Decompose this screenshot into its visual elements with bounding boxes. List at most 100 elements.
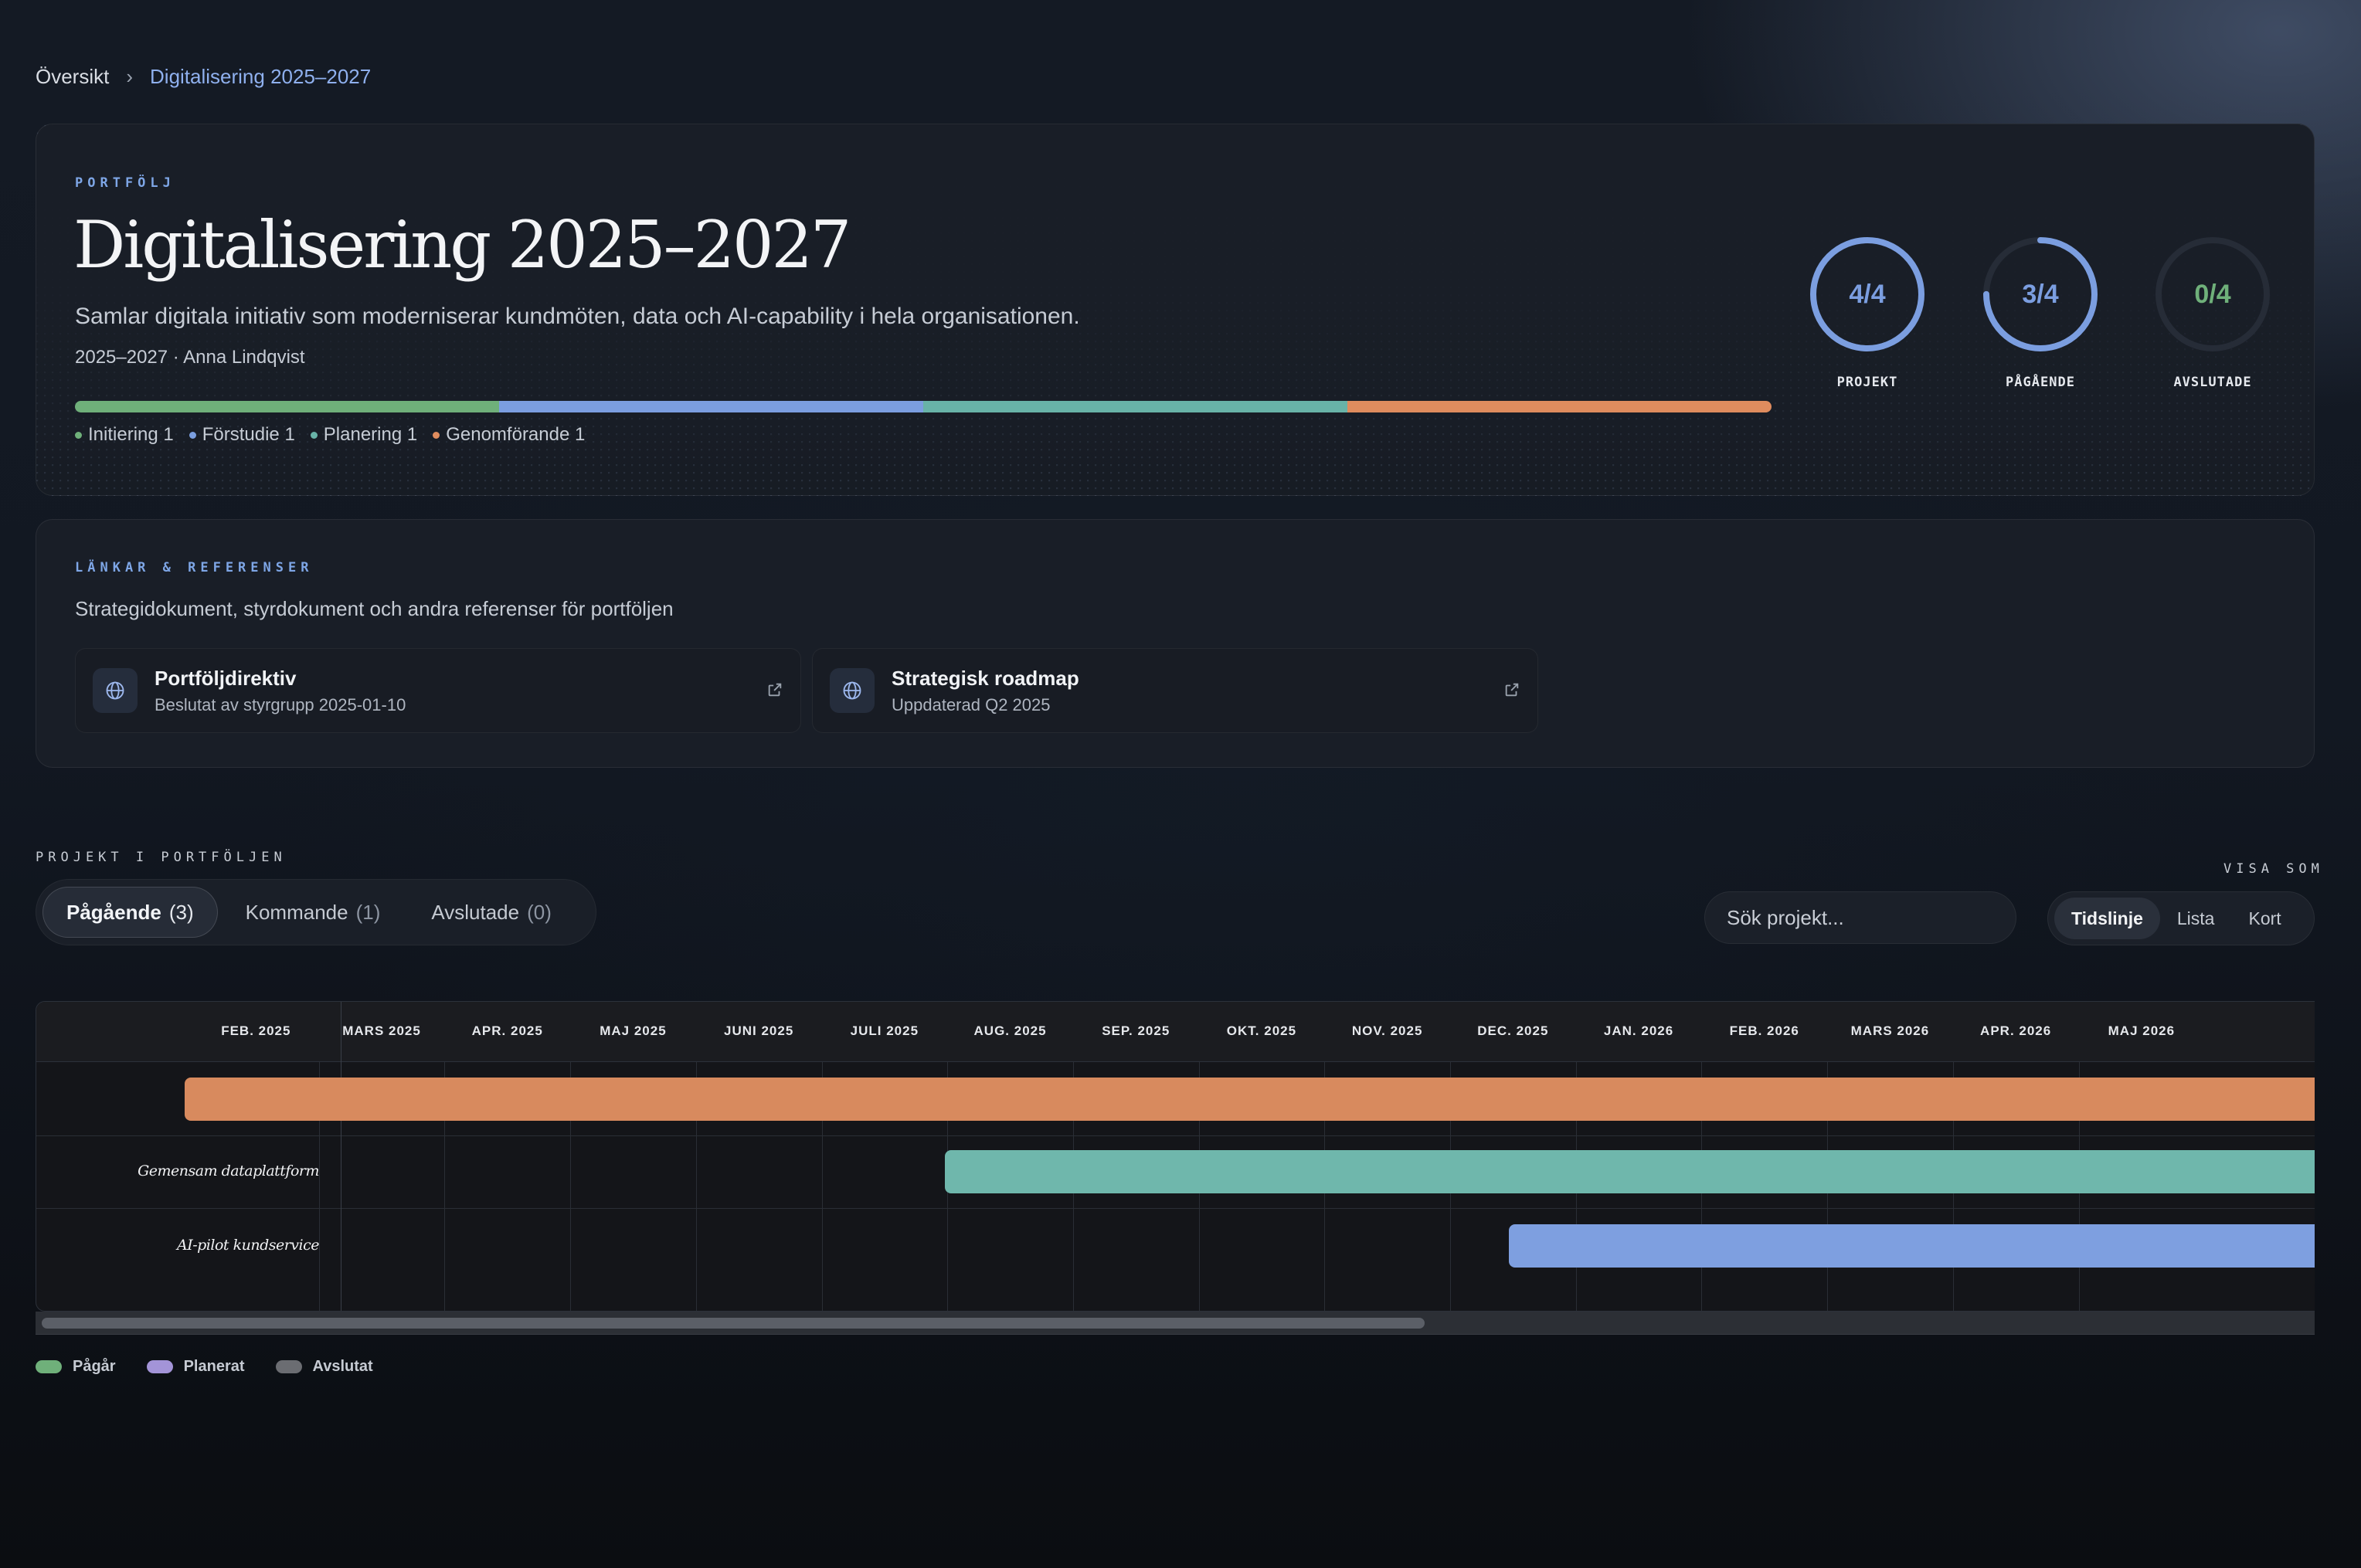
project-row-label[interactable]: Gemensam dataplattform: [36, 1162, 319, 1179]
tab-label: Kommande: [245, 900, 348, 924]
phase-dot-icon: [75, 431, 82, 439]
links-card: LÄNKAR & REFERENSER Strategidokument, st…: [36, 519, 2315, 768]
portfolio-description: Samlar digitala initiativ som moderniser…: [75, 304, 1080, 329]
phase-legend-item: Planering 1: [310, 424, 418, 446]
tab-count: (0): [527, 900, 552, 924]
tab-completed[interactable]: Avslutade (0): [408, 887, 575, 938]
stat-label: PÅGÅENDE: [2006, 375, 2075, 390]
stat-value: 3/4: [2022, 279, 2059, 309]
link-title: Portföljdirektiv: [155, 666, 297, 690]
tab-label: Pågående: [66, 900, 161, 924]
breadcrumb-current: Digitalisering 2025–2027: [150, 64, 372, 88]
month-label: NOV. 2025: [1351, 1023, 1423, 1038]
link-title: Strategisk roadmap: [892, 666, 1079, 690]
tab-ongoing[interactable]: Pågående (3): [42, 887, 218, 938]
globe-icon: [830, 668, 875, 713]
chevron-right-icon: ›: [126, 64, 134, 88]
legend-label: Planerat: [183, 1358, 245, 1375]
project-timeline-bar[interactable]: [184, 1078, 2315, 1121]
month-label: MARS 2026: [1850, 1023, 1930, 1038]
month-label: FEB. 2026: [1729, 1023, 1799, 1038]
phase-segment: [1347, 401, 1772, 412]
month-label: AUG. 2025: [973, 1023, 1047, 1038]
view-switcher: Tidslinje Lista Kort: [2047, 891, 2315, 945]
month-label: APR. 2026: [1980, 1023, 2052, 1038]
stat-projects: 4/4 PROJEKT: [1806, 232, 1929, 390]
link-card-strategic-roadmap[interactable]: Strategisk roadmap Uppdaterad Q2 2025: [812, 648, 1538, 733]
timeline-legend: Pågår Planerat Avslutat: [36, 1358, 373, 1376]
portfolio-eyebrow: PORTFÖLJ: [75, 175, 175, 191]
portfolio-header-card: PORTFÖLJ Digitalisering 2025–2027 Samlar…: [36, 124, 2315, 496]
phase-dot-icon: [310, 431, 318, 439]
phase-legend-label: Genomförande 1: [446, 424, 586, 445]
view-as-label: VISA SOM: [2223, 861, 2324, 877]
month-label: MARS 2025: [342, 1023, 421, 1038]
phase-legend: Initiering 1 Förstudie 1 Planering 1 Genomf…: [75, 424, 585, 446]
legend-item: Avslutat: [275, 1358, 373, 1376]
portfolio-meta: 2025–2027 · Anna Lindqvist: [75, 347, 305, 368]
stat-value: 4/4: [1849, 279, 1886, 309]
scrollbar-thumb[interactable]: [42, 1318, 1425, 1329]
project-timeline-bar[interactable]: [944, 1150, 2315, 1193]
stat-in-progress: 3/4 PÅGÅENDE: [1979, 232, 2102, 390]
view-timeline-button[interactable]: Tidslinje: [2054, 898, 2160, 939]
legend-label: Pågår: [73, 1358, 116, 1375]
phase-segment: [499, 401, 923, 412]
projects-section-label: PROJEKT I PORTFÖLJEN: [36, 850, 287, 865]
stat-label: AVSLUTADE: [2173, 375, 2252, 390]
external-link-icon[interactable]: [1503, 681, 1520, 702]
phase-distribution-bar: [75, 401, 1772, 412]
globe-icon: [93, 668, 138, 713]
month-label: JULI 2025: [850, 1023, 919, 1038]
link-subtitle: Uppdaterad Q2 2025: [892, 694, 1051, 714]
view-list-button[interactable]: Lista: [2160, 898, 2232, 939]
month-label: OKT. 2025: [1226, 1023, 1297, 1038]
month-label: SEP. 2025: [1102, 1023, 1170, 1038]
link-card-portfolio-directive[interactable]: Portföljdirektiv Beslutat av styrgrupp 2…: [75, 648, 801, 733]
breadcrumb-home-link[interactable]: Översikt: [36, 65, 109, 89]
month-label: MAJ 2026: [2108, 1023, 2176, 1038]
phase-legend-label: Förstudie 1: [202, 424, 295, 445]
phase-legend-label: Initiering 1: [88, 424, 174, 445]
legend-label: Avslutat: [312, 1358, 373, 1375]
stat-value: 0/4: [2194, 279, 2231, 309]
project-status-tabs: Pågående (3) Kommande (1) Avslutade (0): [36, 879, 596, 945]
month-label: JAN. 2026: [1603, 1023, 1674, 1038]
legend-swatch-icon: [275, 1360, 302, 1373]
legend-item: Pågår: [36, 1358, 116, 1376]
page-title: Digitalisering 2025–2027: [73, 207, 851, 283]
links-subtitle: Strategidokument, styrdokument och andra…: [75, 597, 674, 620]
tab-count: (1): [355, 900, 381, 924]
month-label: JUNI 2025: [724, 1023, 794, 1038]
project-timeline-bar[interactable]: [1509, 1224, 2315, 1268]
legend-swatch-icon: [36, 1360, 62, 1373]
timeline-chart: Ny kundportalGemensam dataplattformAI-pi…: [36, 1001, 2315, 1312]
project-search-input[interactable]: Sök projekt...: [1704, 891, 2016, 944]
tab-upcoming[interactable]: Kommande (1): [223, 887, 404, 938]
phase-dot-icon: [433, 431, 440, 439]
phase-segment: [75, 401, 499, 412]
external-link-icon[interactable]: [766, 681, 783, 702]
month-label: APR. 2025: [471, 1023, 543, 1038]
tab-label: Avslutade: [431, 900, 520, 924]
month-label: FEB. 2025: [221, 1023, 291, 1038]
phase-legend-item: Genomförande 1: [433, 424, 585, 446]
project-row-label[interactable]: AI-pilot kundservice: [36, 1237, 320, 1254]
phase-dot-icon: [189, 431, 196, 439]
phase-legend-label: Planering 1: [323, 424, 418, 445]
stat-completed: 0/4 AVSLUTADE: [2151, 232, 2274, 390]
legend-swatch-icon: [146, 1360, 173, 1373]
breadcrumb: Översikt › Digitalisering 2025–2027: [36, 63, 371, 90]
timeline-row-labels: Ny kundportalGemensam dataplattformAI-pi…: [36, 1002, 341, 1311]
phase-segment: [923, 401, 1347, 412]
phase-legend-item: Initiering 1: [75, 424, 174, 446]
view-cards-button[interactable]: Kort: [2231, 898, 2298, 939]
legend-item: Planerat: [146, 1358, 245, 1376]
links-eyebrow: LÄNKAR & REFERENSER: [75, 560, 314, 575]
link-subtitle: Beslutat av styrgrupp 2025-01-10: [155, 694, 406, 714]
phase-legend-item: Förstudie 1: [189, 424, 295, 446]
timeline-horizontal-scrollbar[interactable]: [36, 1312, 2315, 1335]
tab-count: (3): [168, 900, 194, 924]
stat-label: PROJEKT: [1836, 375, 1898, 390]
month-label: MAJ 2025: [600, 1023, 667, 1038]
